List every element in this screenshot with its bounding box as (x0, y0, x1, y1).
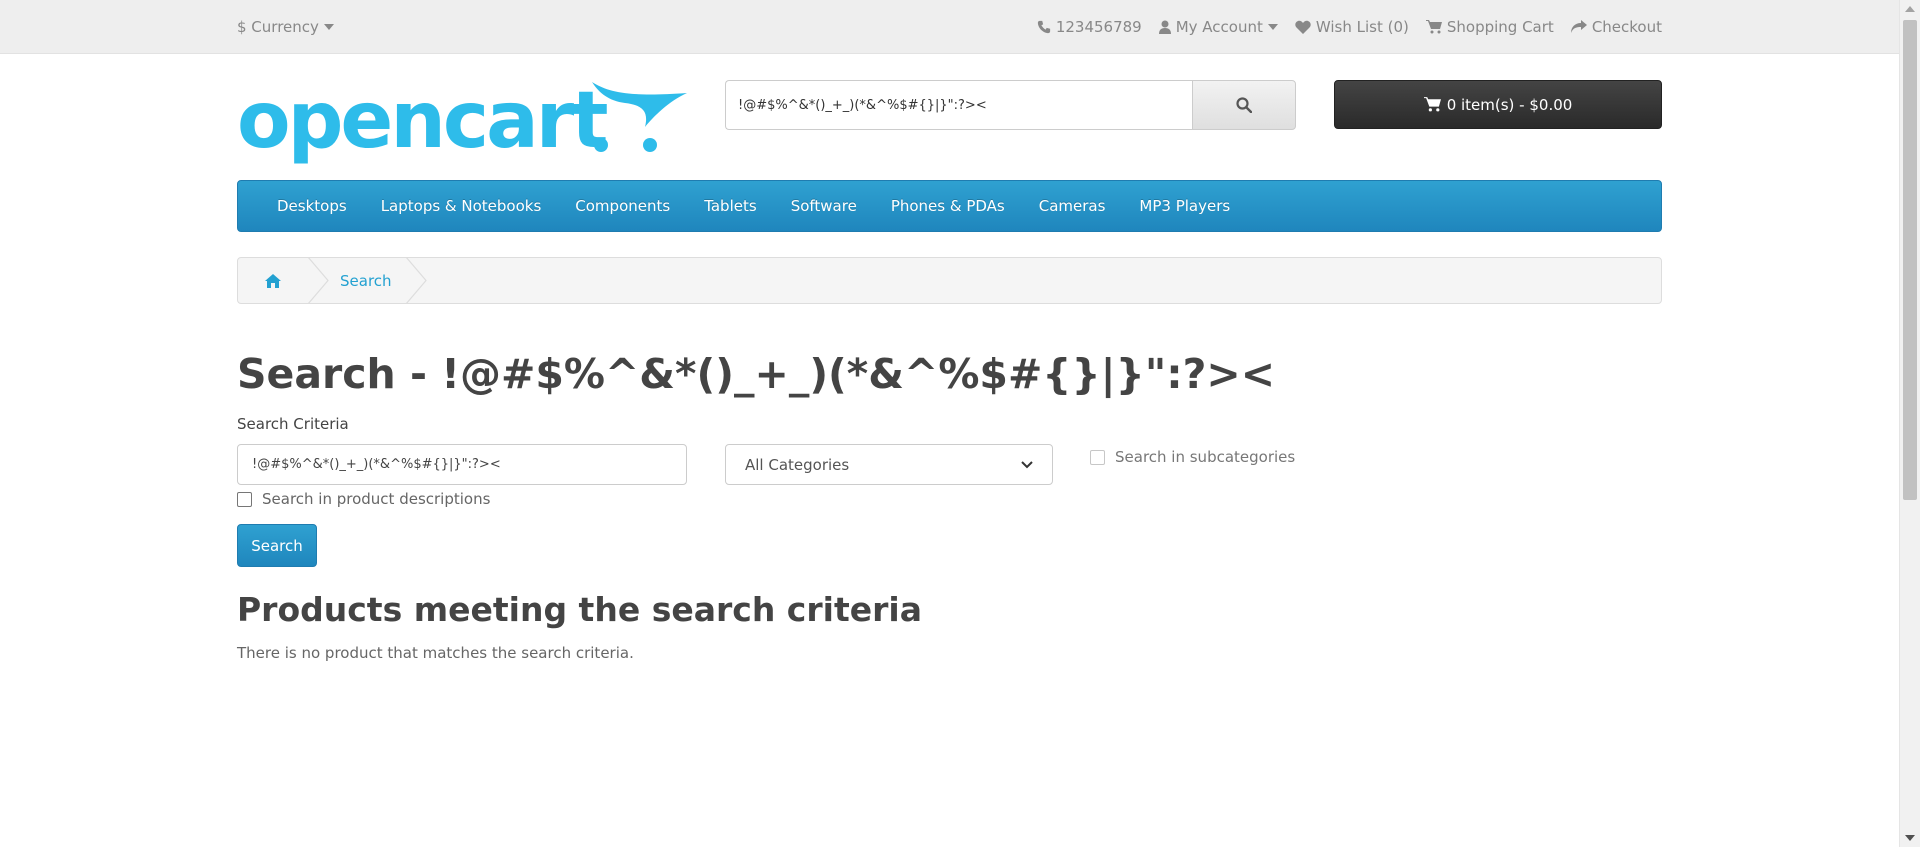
header-search-input[interactable]: !@#$%^&*()_+_)(*&^%$#{}|}":?>< (725, 80, 1192, 130)
breadcrumb-search[interactable]: Search (330, 272, 406, 290)
shopping-cart-link[interactable]: Shopping Cart (1425, 18, 1554, 36)
caret-down-icon (323, 24, 334, 30)
category-select[interactable]: All Categories (725, 444, 1053, 485)
cart-icon (1425, 20, 1442, 34)
breadcrumb-separator (308, 258, 329, 303)
wishlist-label: Wish List (0) (1315, 18, 1409, 36)
scroll-up-arrow[interactable] (1905, 6, 1915, 12)
checkout-link[interactable]: Checkout (1570, 18, 1662, 36)
user-icon (1158, 20, 1171, 34)
subcategories-label: Search in subcategories (1115, 448, 1296, 466)
category-select-value: All Categories (745, 455, 850, 474)
menu-item-software[interactable]: Software (774, 197, 874, 215)
my-account-dropdown[interactable]: My Account (1158, 18, 1278, 36)
cart-icon (1423, 97, 1441, 112)
descriptions-option: Search in product descriptions (237, 490, 490, 508)
search-criteria-input[interactable]: !@#$%^&*()_+_)(*&^%$#{}|}":?>< (237, 444, 687, 485)
scrollbar-thumb[interactable] (1903, 20, 1917, 500)
menu-item-phones[interactable]: Phones & PDAs (874, 197, 1022, 215)
chevron-down-icon (1021, 460, 1033, 468)
cart-button-label: 0 item(s) - $0.00 (1446, 95, 1573, 114)
menu-item-components[interactable]: Components (558, 197, 687, 215)
subcategories-option: Search in subcategories (1090, 448, 1295, 466)
my-account-label: My Account (1175, 18, 1263, 36)
currency-label: $ Currency (237, 18, 319, 36)
logo-text: opencart (237, 79, 607, 166)
phone-icon (1037, 20, 1050, 34)
wishlist-link[interactable]: Wish List (0) (1295, 18, 1409, 36)
subcategories-checkbox[interactable] (1090, 449, 1105, 465)
menu-item-desktops[interactable]: Desktops (260, 197, 364, 215)
menu-item-cameras[interactable]: Cameras (1022, 197, 1123, 215)
descriptions-checkbox[interactable] (237, 491, 252, 507)
breadcrumb-home[interactable] (238, 258, 308, 303)
heart-icon (1295, 20, 1311, 34)
phone-link[interactable]: 123456789 (1037, 18, 1142, 36)
shopping-cart-label: Shopping Cart (1446, 18, 1554, 36)
search-button[interactable]: Search (237, 524, 317, 567)
checkout-label: Checkout (1591, 18, 1662, 36)
descriptions-label: Search in product descriptions (262, 490, 491, 508)
page-title: Search - !@#$%^&*()_+_)(*&^%$#{}|}":?>< (237, 350, 1276, 398)
home-icon (265, 273, 281, 288)
top-bar: $ Currency 123456789 My Account Wish Lis… (0, 0, 1899, 54)
search-icon (1236, 97, 1252, 113)
store-logo[interactable]: opencart (237, 76, 688, 171)
currency-dropdown[interactable]: $ Currency (237, 18, 334, 36)
opencart-logo: opencart (237, 76, 687, 166)
header-search-button[interactable] (1192, 80, 1296, 130)
menu-item-laptops[interactable]: Laptops & Notebooks (364, 197, 559, 215)
no-results-message: There is no product that matches the sea… (237, 644, 634, 662)
main-menu: Desktops Laptops & Notebooks Components … (237, 180, 1662, 232)
phone-number: 123456789 (1055, 18, 1142, 36)
page-scrollbar[interactable] (1899, 0, 1920, 847)
search-criteria-label: Search Criteria (237, 415, 349, 433)
breadcrumb: Search (237, 257, 1662, 304)
header-search: !@#$%^&*()_+_)(*&^%$#{}|}":?>< (725, 80, 1296, 130)
results-heading: Products meeting the search criteria (237, 590, 922, 629)
cart-button[interactable]: 0 item(s) - $0.00 (1334, 80, 1662, 129)
caret-down-icon (1267, 24, 1278, 30)
scroll-down-arrow[interactable] (1905, 835, 1915, 841)
share-icon (1570, 20, 1587, 33)
menu-item-mp3[interactable]: MP3 Players (1122, 197, 1247, 215)
menu-item-tablets[interactable]: Tablets (687, 197, 774, 215)
breadcrumb-separator (405, 258, 427, 303)
